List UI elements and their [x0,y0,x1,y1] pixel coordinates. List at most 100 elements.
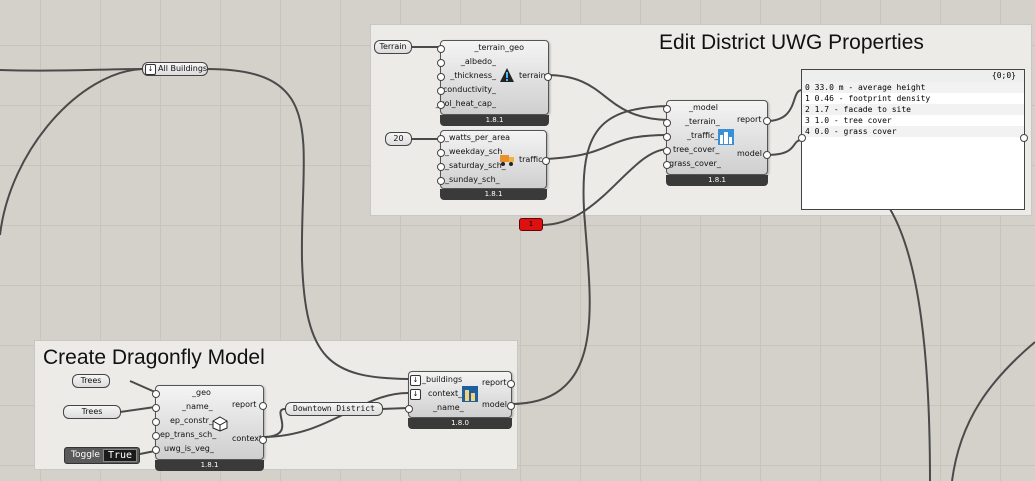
uwg-in-dot-2[interactable] [663,133,671,141]
model-output-report: report [482,378,507,387]
model-input-buildings: _buildings [422,375,463,384]
trees-param-1-label: Trees [80,376,102,385]
model-version: 1.8.0 [408,418,512,429]
traffic-in-dot-1[interactable] [437,149,445,157]
building-icon [462,386,478,402]
uwg-out-dot-0[interactable] [763,117,771,125]
context-component[interactable]: _geo _name_ ep_constr_ ep_trans_sch_ uwg… [152,385,267,471]
terrain-in-dot-2[interactable] [437,73,445,81]
terrain-in-dot-3[interactable] [437,87,445,95]
truck-icon [500,155,514,166]
context-in-dot-2[interactable] [152,418,160,426]
uwg-input-traffic: _traffic_ [687,131,719,140]
terrain-input-thickness: _thickness_ [450,71,496,80]
traffic-input-saturday: _saturday_sch_ [445,161,506,170]
panel-rows: 0 33.0 m - average height 1 0.46 - footp… [802,82,1024,137]
panel-row: 2 1.7 - facade to site [802,104,1024,115]
traffic-in-dot-0[interactable] [437,135,445,143]
group-title-dragonfly: Create Dragonfly Model [43,346,265,369]
boolean-toggle[interactable]: Toggle True [64,447,140,464]
watts-value-param[interactable]: 20 [385,132,412,146]
context-in-dot-0[interactable] [152,390,160,398]
city-icon [718,129,734,145]
traffic-out-dot-0[interactable] [542,157,550,165]
error-param[interactable]: 1 [519,218,543,231]
uwg-version: 1.8.1 [666,175,768,186]
toggle-label: Toggle [71,450,100,460]
model-component[interactable]: ↓ _buildings ↓ context_ _name_ report mo… [405,371,515,429]
downtown-district-param[interactable]: Downtown District [285,402,383,416]
traffic-version: 1.8.1 [440,189,547,200]
uwg-in-dot-1[interactable] [663,119,671,127]
panel-row: 4 0.0 - grass cover [802,126,1024,137]
terrain-input-terrain-geo: _terrain_geo [474,43,524,52]
terrain-in-dot-1[interactable] [437,59,445,67]
traffic-component[interactable]: _watts_per_area _weekday_sch_ _saturday_… [437,130,550,200]
trees-param-2-label: Trees [81,407,103,416]
context-input-uwg-is-veg: uwg_is_veg_ [164,444,214,453]
panel-row: 3 1.0 - tree cover [805,116,892,125]
panel-row: 0 33.0 m - average height [802,82,1024,93]
traffic-input-sunday: _sunday_sch_ [445,175,500,184]
context-in-dot-4[interactable] [152,446,160,454]
model-input-context: context_ [428,389,463,398]
uwg-input-model: _model [689,103,718,112]
arrow-down-icon: ↓ [410,389,421,400]
error-param-label: 1 [528,220,534,228]
grasshopper-canvas[interactable]: Edit District UWG Properties Create Drag… [0,0,1035,481]
model-in-dot-2[interactable] [405,405,413,413]
uwg-in-dot-0[interactable] [663,105,671,113]
terrain-version: 1.8.1 [440,115,549,126]
uwg-input-tree-cover: tree_cover_ [673,145,720,154]
uwg-in-dot-3[interactable] [663,147,671,155]
terrain-out-dot-0[interactable] [544,73,552,81]
context-in-dot-3[interactable] [152,432,160,440]
context-output-report: report [232,400,257,409]
all-buildings-param[interactable]: ↓ All Buildings [142,62,208,76]
context-out-dot-0[interactable] [259,402,267,410]
trees-param-1[interactable]: Trees [72,374,110,388]
terrain-in-dot-4[interactable] [437,101,445,109]
model-out-dot-1[interactable] [507,402,515,410]
traffic-input-weekday: _weekday_sch_ [445,147,507,156]
model-out-dot-0[interactable] [507,380,515,388]
traffic-in-dot-2[interactable] [437,163,445,171]
panel-in-dot[interactable] [798,134,806,142]
context-in-dot-1[interactable] [152,404,160,412]
terrain-param[interactable]: Terrain [374,40,412,54]
uwg-in-dot-4[interactable] [663,161,671,169]
traffic-in-dot-3[interactable] [437,177,445,185]
trees-param-2[interactable]: Trees [63,405,121,419]
group-title-uwg: Edit District UWG Properties [659,31,924,54]
panel-row: 1 0.46 - footprint density [805,94,931,103]
context-version: 1.8.1 [155,460,264,471]
uwg-properties-component[interactable]: _model _terrain_ _traffic_ tree_cover_ g… [663,100,771,186]
uwg-out-dot-1[interactable] [763,151,771,159]
terrain-input-conductivity: _conductivity_ [438,85,496,94]
model-output-model: model [482,400,507,409]
all-buildings-label: All Buildings [158,64,208,73]
context-output-context: context [232,434,263,443]
panel-out-dot[interactable] [1020,134,1028,142]
terrain-in-dot-0[interactable] [437,45,445,53]
output-panel[interactable]: {0;0} 0 33.0 m - average height 1 0.46 -… [798,69,1028,210]
context-input-name: _name_ [182,402,213,411]
uwg-output-model: model [737,149,762,158]
traffic-input-watts: _watts_per_area [445,133,511,142]
context-out-dot-1[interactable] [259,436,267,444]
uwg-input-terrain: _terrain_ [685,117,720,126]
context-input-geo: _geo [192,388,211,397]
downtown-district-label: Downtown District [293,404,375,413]
cube-icon [212,416,228,432]
terrain-output-terrain: terrain [519,71,546,80]
watts-value-label: 20 [393,134,404,143]
toggle-value[interactable]: True [103,449,137,462]
arrow-down-icon: ↓ [145,64,156,75]
terrain-component[interactable]: _terrain_geo _albedo_ _thickness_ _condu… [436,40,552,126]
arrow-down-icon: ↓ [410,375,421,386]
uwg-output-report: report [737,115,762,124]
terrain-input-albedo: _albedo_ [460,57,496,66]
warning-cone-icon [500,68,514,82]
terrain-param-label: Terrain [379,42,407,51]
panel-header: {0;0} [802,70,1024,82]
